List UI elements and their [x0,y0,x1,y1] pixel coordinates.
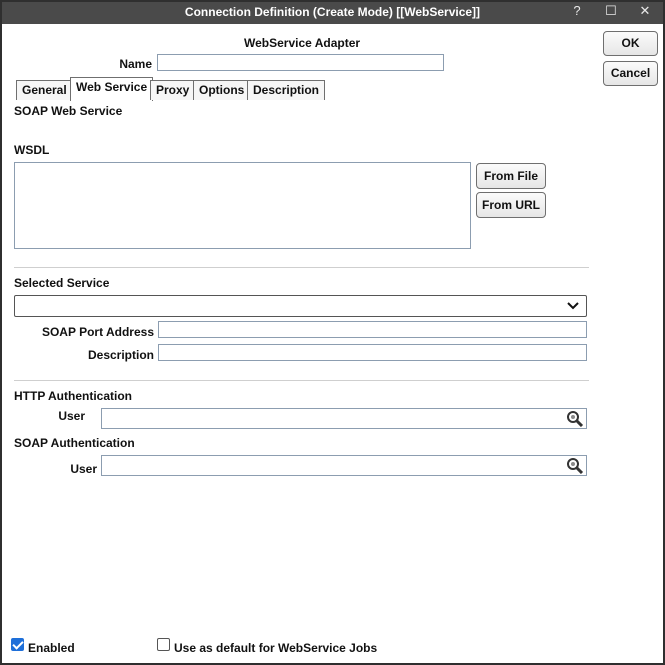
service-description-label: Description [87,348,154,362]
soap-auth-title: SOAP Authentication [14,436,135,450]
tab-options[interactable]: Options [193,80,251,100]
divider [14,380,589,381]
tab-general[interactable]: General [16,80,73,100]
help-icon[interactable]: ? [568,3,586,18]
http-user-label: User [58,409,85,423]
name-input[interactable] [157,54,444,71]
ok-button[interactable]: OK [603,31,658,56]
selected-service-dropdown[interactable] [14,295,587,317]
soap-user-label: User [70,462,97,476]
soap-port-address-input[interactable] [158,321,587,338]
tab-proxy[interactable]: Proxy [150,80,196,100]
dialog-window: Connection Definition (Create Mode) [[We… [0,0,665,665]
wsdl-label: WSDL [14,143,50,157]
http-auth-title: HTTP Authentication [14,389,132,403]
maximize-icon[interactable]: ☐ [602,3,620,19]
tab-web-service[interactable]: Web Service [70,77,154,101]
wsdl-textarea[interactable] [14,162,471,249]
service-description-input[interactable] [158,344,587,361]
enabled-label: Enabled [28,641,75,655]
adapter-title: WebService Adapter [244,36,361,50]
enabled-checkbox[interactable] [11,638,24,651]
soap-port-address-label: SOAP Port Address [41,325,154,339]
use-as-default-label: Use as default for WebService Jobs [174,641,378,655]
name-label: Name [119,57,152,71]
http-user-search-icon[interactable] [566,410,584,427]
soap-section-title: SOAP Web Service [14,104,123,118]
soap-user-search-icon[interactable] [566,457,584,474]
from-url-button[interactable]: From URL [476,192,546,218]
title-bar[interactable]: Connection Definition (Create Mode) [[We… [2,2,663,24]
window-title: Connection Definition (Create Mode) [[We… [184,5,481,19]
soap-user-input[interactable] [101,455,587,476]
chevron-down-icon [567,302,579,310]
divider [14,267,589,268]
close-icon[interactable]: ✕ [636,3,654,19]
tab-description[interactable]: Description [247,80,326,100]
from-file-button[interactable]: From File [476,163,546,189]
http-user-input[interactable] [101,408,587,429]
selected-service-label: Selected Service [14,276,110,290]
cancel-button[interactable]: Cancel [603,61,658,86]
use-as-default-checkbox[interactable] [157,638,170,651]
